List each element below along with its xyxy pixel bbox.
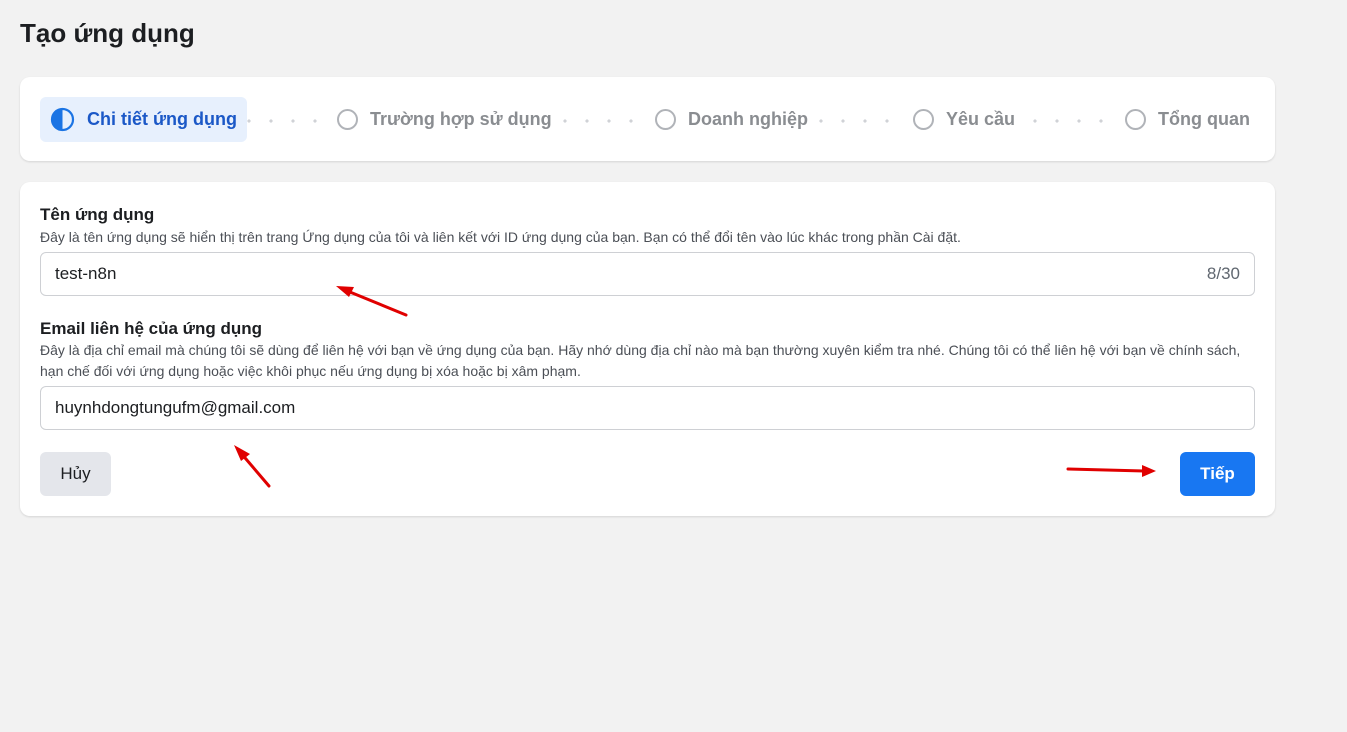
- app-name-input[interactable]: test-n8n 8/30: [40, 252, 1255, 296]
- step-use-case[interactable]: Trường hợp sử dụng: [337, 97, 552, 142]
- step-requirements[interactable]: Yêu cầu: [913, 97, 1015, 142]
- step-app-details[interactable]: Chi tiết ứng dụng: [40, 97, 248, 142]
- empty-circle-icon: [913, 109, 934, 130]
- app-name-label: Tên ứng dụng: [40, 205, 155, 224]
- step-label: Doanh nghiệp: [688, 109, 808, 129]
- next-button[interactable]: Tiếp: [1180, 452, 1255, 496]
- app-name-value: test-n8n: [55, 264, 117, 283]
- step-business[interactable]: Doanh nghiệp: [655, 97, 808, 142]
- step-connector: [1024, 119, 1116, 123]
- step-label: Tổng quan: [1158, 109, 1250, 129]
- step-connector: [554, 119, 646, 123]
- step-connector: [810, 119, 902, 123]
- contact-email-value: huynhdongtungufm@gmail.com: [55, 398, 296, 417]
- step-overview[interactable]: Tổng quan: [1125, 97, 1250, 142]
- cancel-button[interactable]: Hủy: [40, 452, 111, 496]
- stepper: Chi tiết ứng dụng Trường hợp sử dụng Doa…: [20, 77, 1275, 161]
- step-connector: [238, 119, 330, 123]
- contact-email-help: Đây là địa chỉ email mà chúng tôi sẽ dùn…: [40, 342, 1241, 379]
- empty-circle-icon: [655, 109, 676, 130]
- char-counter: 8/30: [1206, 264, 1240, 283]
- step-label: Yêu cầu: [946, 109, 1016, 129]
- empty-circle-icon: [337, 109, 358, 130]
- app-name-help: Đây là tên ứng dụng sẽ hiển thị trên tra…: [40, 229, 961, 245]
- contact-email-label: Email liên hệ của ứng dụng: [40, 319, 263, 338]
- step-label: Trường hợp sử dụng: [370, 109, 552, 129]
- contact-email-input[interactable]: huynhdongtungufm@gmail.com: [40, 386, 1255, 430]
- half-circle-icon: [50, 107, 75, 132]
- empty-circle-icon: [1125, 109, 1146, 130]
- page-title: Tạo ứng dụng: [20, 18, 195, 48]
- app-details-form: Tên ứng dụng Đây là tên ứng dụng sẽ hiển…: [20, 182, 1275, 516]
- step-label: Chi tiết ứng dụng: [87, 109, 238, 129]
